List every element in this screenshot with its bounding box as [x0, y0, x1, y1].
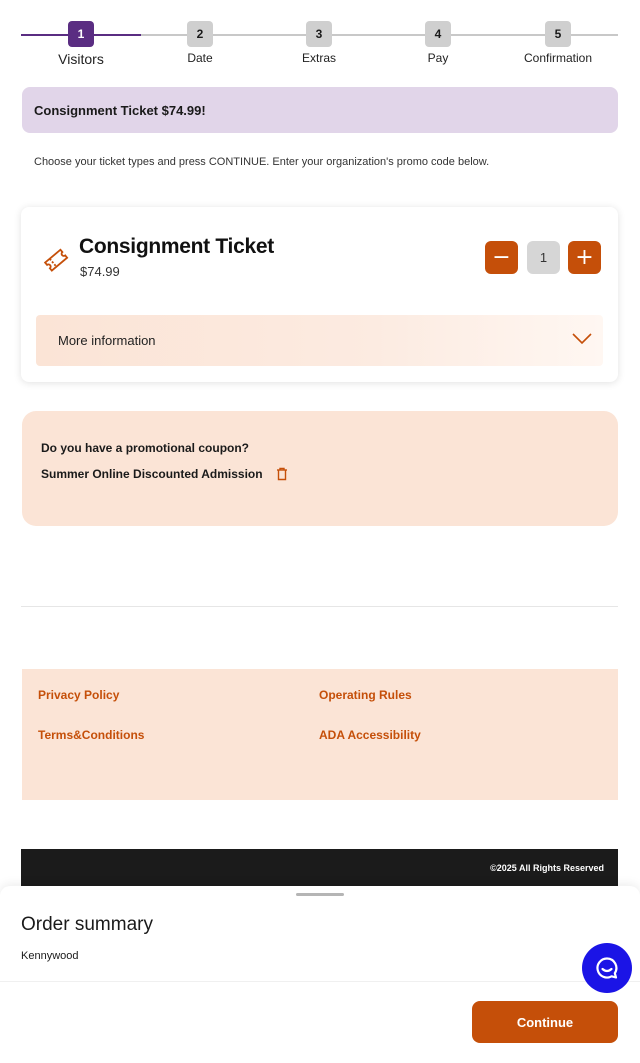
step-label: Date — [187, 51, 213, 65]
continue-button[interactable]: Continue — [472, 1001, 618, 1043]
chat-icon — [596, 957, 618, 979]
step-label: Visitors — [58, 51, 104, 67]
step-number: 3 — [306, 21, 332, 47]
ada-accessibility-link[interactable]: ADA Accessibility — [319, 728, 421, 742]
increase-quantity-button[interactable]: + — [568, 241, 601, 274]
ticket-icon — [43, 248, 69, 272]
applied-coupon-name: Summer Online Discounted Admission — [41, 467, 263, 481]
step-confirmation[interactable]: 5 Confirmation — [498, 20, 618, 65]
order-summary-sheet: Order summary Kennywood Continue — [0, 886, 640, 1063]
checkout-stepper: 1 Visitors 2 Date 3 Extras 4 Pay 5 Confi… — [21, 20, 618, 67]
order-summary-title: Order summary — [21, 914, 153, 935]
step-label: Pay — [427, 51, 449, 65]
more-information-label: More information — [58, 333, 156, 348]
step-visitors[interactable]: 1 Visitors — [21, 20, 141, 67]
trash-icon[interactable] — [275, 467, 289, 481]
sheet-drag-handle[interactable] — [296, 893, 344, 896]
step-number: 4 — [425, 21, 451, 47]
coupon-question: Do you have a promotional coupon? — [41, 441, 250, 455]
quantity-value: 1 — [527, 241, 560, 274]
chat-button[interactable] — [582, 943, 632, 993]
step-number: 1 — [68, 21, 94, 47]
ticket-name: Consignment Ticket — [79, 235, 274, 258]
step-date[interactable]: 2 Date — [140, 20, 260, 65]
more-information-toggle[interactable]: More information — [36, 315, 603, 366]
instructions-text: Choose your ticket types and press CONTI… — [34, 156, 490, 168]
ticket-price: $74.99 — [80, 264, 120, 279]
step-label: Confirmation — [523, 51, 593, 65]
section-divider — [21, 606, 618, 607]
promo-coupon-section: Do you have a promotional coupon? Summer… — [22, 411, 618, 526]
copyright-bar: ©2025 All Rights Reserved — [21, 849, 618, 886]
chevron-down-icon — [572, 333, 592, 345]
step-extras[interactable]: 3 Extras — [259, 20, 379, 65]
step-label: Extras — [301, 51, 336, 65]
step-number: 2 — [187, 21, 213, 47]
terms-conditions-link[interactable]: Terms&Conditions — [38, 728, 144, 742]
ticket-price-banner: Consignment Ticket $74.99! — [22, 87, 618, 133]
operating-rules-link[interactable]: Operating Rules — [319, 688, 412, 702]
decrease-quantity-button[interactable]: − — [485, 241, 518, 274]
applied-coupon: Summer Online Discounted Admission — [41, 467, 599, 481]
step-number: 5 — [545, 21, 571, 47]
footer-links: Privacy Policy Operating Rules Terms&Con… — [22, 669, 618, 800]
ticket-card: Consignment Ticket $74.99 − 1 + More inf… — [21, 207, 618, 382]
privacy-policy-link[interactable]: Privacy Policy — [38, 688, 119, 702]
copyright-text: ©2025 All Rights Reserved — [490, 862, 604, 873]
venue-name: Kennywood — [21, 950, 79, 962]
step-pay[interactable]: 4 Pay — [378, 20, 498, 65]
